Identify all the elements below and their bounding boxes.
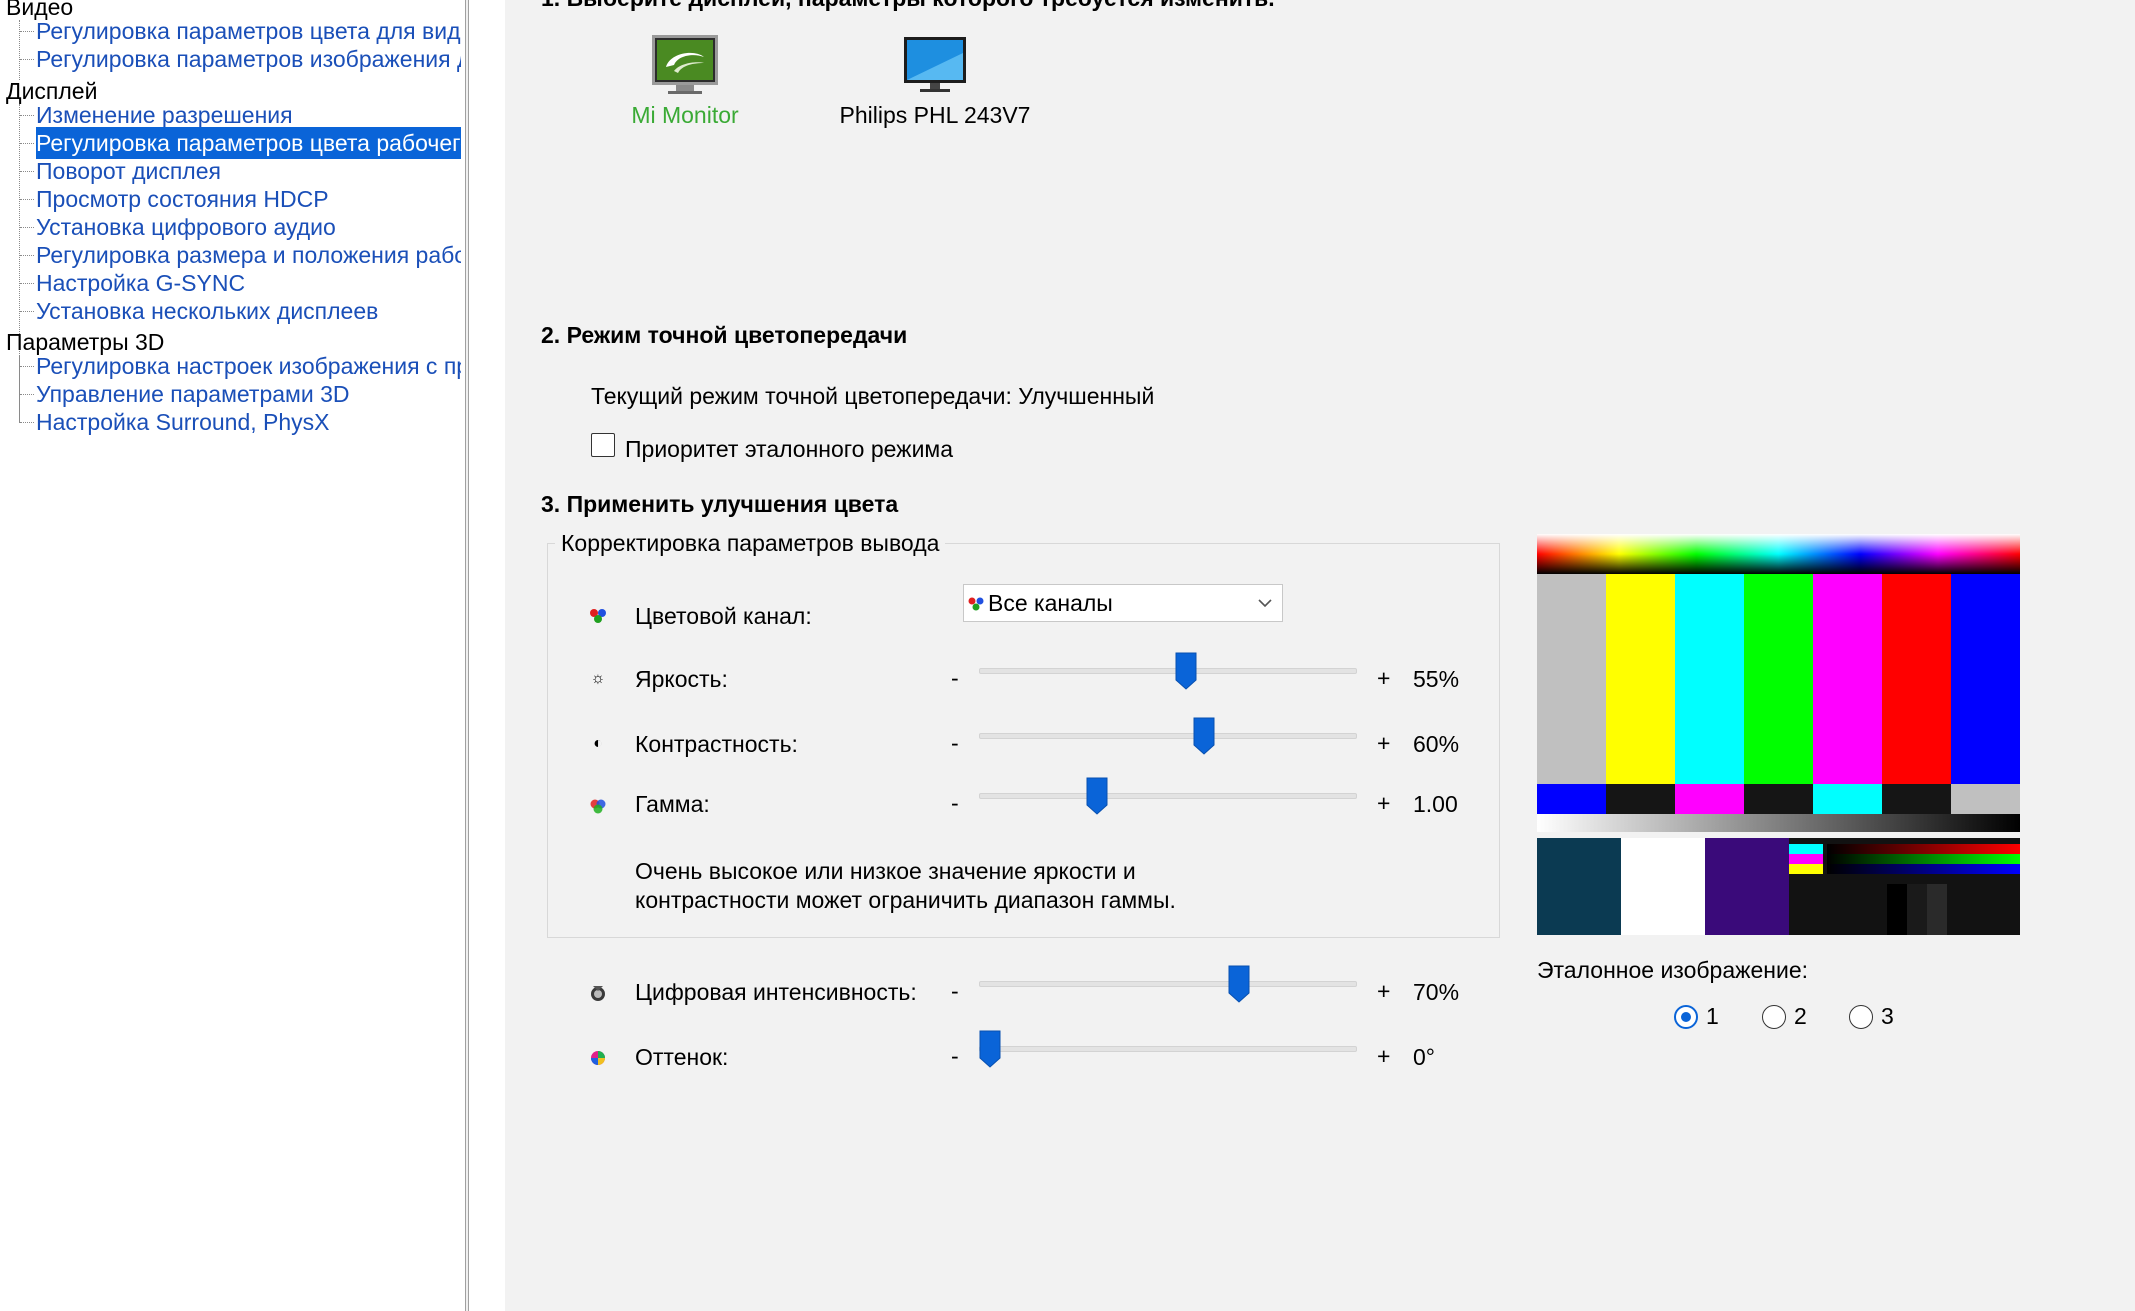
contrast-decrease[interactable]: - [951,730,959,757]
hue-slider-thumb[interactable] [979,1030,1001,1068]
color-channel-select[interactable]: Все каналы [963,584,1283,622]
monitor-mi-monitor[interactable]: Mi Monitor [605,33,765,129]
brightness-label: Яркость: [635,666,728,692]
brightness-increase[interactable]: + [1377,665,1390,692]
tree-connector [20,311,34,312]
tree-connector [20,366,34,367]
hue-slider-track[interactable] [979,1046,1357,1052]
color-channel-icon [968,597,984,611]
tree-connector [20,394,34,395]
tree-connector [20,115,34,116]
reference-image-option-3[interactable]: 3 [1881,1003,1894,1030]
contrast-slider-thumb[interactable] [1193,717,1215,755]
tree-connector [20,59,34,60]
digital-vibrance-slider-track[interactable] [979,981,1357,987]
monitor-icon [900,33,970,95]
section-2-title: 2. Режим точной цветопередачи [541,322,908,348]
chevron-down-icon [1258,599,1272,608]
reference-test-image [1537,534,2020,935]
gamma-slider-track[interactable] [979,793,1357,799]
contrast-increase[interactable]: + [1377,730,1390,757]
gamma-increase[interactable]: + [1377,790,1390,817]
hue-icon [589,1049,607,1067]
hue-value: 0° [1413,1044,1435,1070]
brightness-slider-thumb[interactable] [1175,652,1197,690]
hue-increase[interactable]: + [1377,1043,1390,1070]
brightness-decrease[interactable]: - [951,665,959,692]
contrast-icon: ◐ [593,735,603,752]
tree-connector [20,199,34,200]
color-channel-icon [589,606,607,624]
output-adjustment-legend: Корректировка параметров вывода [555,530,946,557]
section-3-title: 3. Применить улучшения цвета [541,491,899,517]
reference-mode-checkbox[interactable] [591,433,615,457]
tree-item-multiple-displays[interactable]: Установка нескольких дисплеев [36,295,461,327]
reference-image-option-1[interactable]: 1 [1706,1003,1719,1030]
splitter[interactable] [465,0,469,1311]
brightness-slider-track[interactable] [979,668,1357,674]
gamma-icon [589,797,607,815]
gamma-label: Гамма: [635,791,710,817]
contrast-slider-track[interactable] [979,733,1357,739]
gamma-warning-line-1: Очень высокое или низкое значение яркост… [635,858,1136,884]
monitor-name: Philips PHL 243V7 [839,102,1031,128]
tree-connector [20,227,34,228]
reference-image-radio-2[interactable] [1762,1005,1786,1029]
main-panel: 1. Выберите дисплей, параметры которого … [505,0,2135,1311]
gamma-warning-line-2: контрастности может ограничить диапазон … [635,887,1176,913]
digital-vibrance-slider-thumb[interactable] [1228,965,1250,1003]
reference-image-label: Эталонное изображение: [1537,957,1809,983]
tree-connector [20,422,34,423]
digital-vibrance-icon [589,984,607,1002]
reference-image-radio-1[interactable] [1674,1005,1698,1029]
gamma-decrease[interactable]: - [951,790,959,817]
tree-connector [20,31,34,32]
navigation-tree: Видео Регулировка параметров цвета для в… [0,0,465,1311]
reference-mode-label[interactable]: Приоритет эталонного режима [625,436,953,463]
monitor-philips[interactable]: Philips PHL 243V7 [830,33,1040,129]
gamma-slider-thumb[interactable] [1086,777,1108,815]
content-margin [470,0,505,1311]
tree-connector [20,171,34,172]
current-color-mode: Текущий режим точной цветопередачи: Улуч… [591,383,1155,409]
tree-item-video-image[interactable]: Регулировка параметров изображения для в… [36,43,461,75]
contrast-label: Контрастность: [635,731,798,757]
reference-image-option-2[interactable]: 2 [1794,1003,1807,1030]
tree-connector [19,20,20,80]
gamma-value: 1.00 [1413,791,1458,817]
digital-vibrance-decrease[interactable]: - [951,978,959,1005]
tree-connector [20,283,34,284]
brightness-value: 55% [1413,666,1460,692]
tree-item-surround-physx[interactable]: Настройка Surround, PhysX [36,406,461,438]
monitor-name: Mi Monitor [631,102,739,128]
digital-vibrance-label: Цифровая интенсивность: [635,979,917,1005]
hue-decrease[interactable]: - [951,1043,959,1070]
section-1-title: 1. Выберите дисплей, параметры которого … [541,0,1275,12]
reference-image-radio-3[interactable] [1849,1005,1873,1029]
color-channel-label: Цветовой канал: [635,603,812,629]
nvidia-monitor-icon [650,33,720,95]
color-channel-value: Все каналы [988,590,1113,616]
digital-vibrance-value: 70% [1413,979,1460,1005]
contrast-value: 60% [1413,731,1460,757]
digital-vibrance-increase[interactable]: + [1377,978,1390,1005]
tree-connector [20,143,34,144]
tree-connector [20,255,34,256]
brightness-icon: ☼ [590,670,606,687]
hue-label: Оттенок: [635,1044,729,1070]
